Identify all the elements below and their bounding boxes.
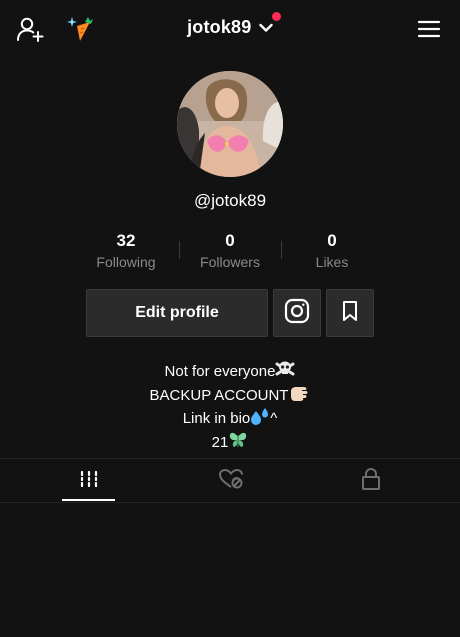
stat-likes[interactable]: 0 Likes (277, 230, 387, 270)
active-tab-indicator (62, 499, 115, 501)
bio-line: 21 (0, 431, 460, 455)
profile-handle: @jotok89 (193, 191, 267, 210)
bio-suffix: ^ (270, 410, 278, 427)
header-username: jotok89 (187, 17, 252, 37)
butterfly-icon (228, 431, 248, 455)
avatar[interactable] (177, 71, 283, 177)
bookmark-icon (341, 300, 359, 327)
bio-text: 21 (211, 433, 229, 451)
tabs-divider-top (0, 458, 460, 459)
stat-label: Followers (200, 254, 260, 270)
stat-label: Likes (315, 254, 349, 270)
bio-line: Not for everyone (0, 360, 460, 384)
menu-icon[interactable] (414, 14, 444, 44)
bio-text: Link in bio (182, 410, 251, 427)
edit-profile-label: Edit profile (135, 304, 219, 321)
tab-private[interactable] (294, 462, 447, 500)
favorites-button[interactable] (326, 289, 374, 337)
bio-line: Link in bio ^ (0, 407, 460, 431)
edit-profile-button[interactable]: Edit profile (86, 289, 268, 337)
bio-line: BACKUP ACCOUNT (0, 384, 460, 408)
thumbs-left-hand-icon (288, 384, 310, 408)
tab-videos[interactable] (12, 462, 165, 500)
lock-icon (361, 467, 381, 495)
sweat-droplets-icon (250, 407, 270, 431)
chevron-down-icon (259, 20, 273, 38)
account-switcher[interactable]: jotok89 (0, 17, 460, 41)
profile-bio: Not for everyone BACKUP ACCOUNT Link in … (0, 360, 460, 454)
instagram-button[interactable] (273, 289, 321, 337)
stat-followers[interactable]: 0 Followers (175, 230, 285, 270)
tabs-divider-bottom (0, 502, 460, 503)
stat-value: 0 (225, 231, 235, 250)
grid-icon (79, 470, 99, 493)
liked-icon (218, 468, 244, 495)
bio-text: BACKUP ACCOUNT (149, 386, 289, 404)
skull-crossbones-icon (275, 360, 295, 384)
instagram-icon (284, 298, 310, 329)
stat-following[interactable]: 32 Following (71, 230, 181, 270)
tab-liked[interactable] (154, 462, 307, 500)
bio-text: Not for everyone (164, 363, 276, 380)
notification-dot (272, 12, 281, 21)
stat-value: 0 (327, 231, 337, 250)
stat-value: 32 (116, 231, 136, 250)
stat-label: Following (96, 254, 156, 270)
